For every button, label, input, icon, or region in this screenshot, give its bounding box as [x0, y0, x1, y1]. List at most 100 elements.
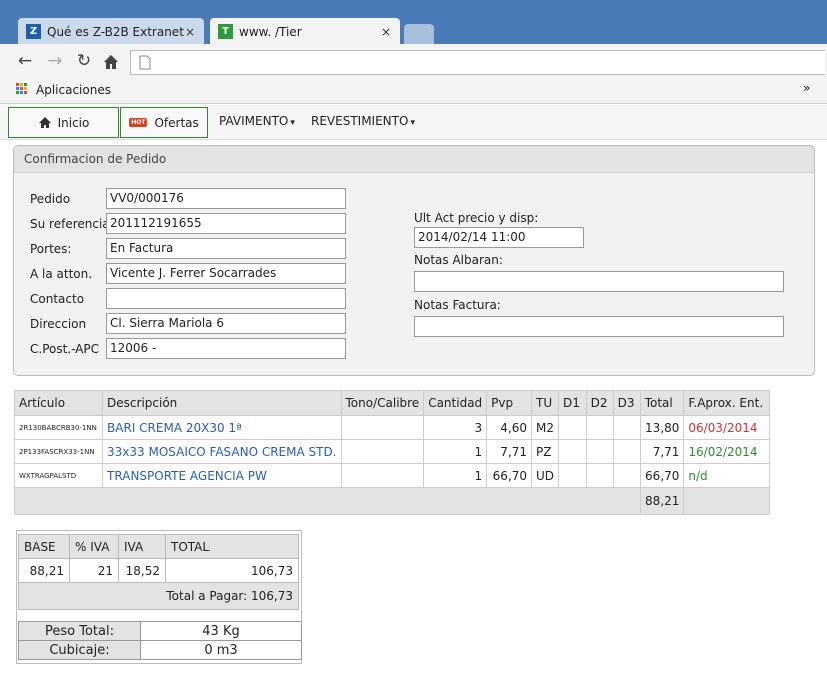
- tax-table: BASE % IVA IVA TOTAL 88,21 21 18,52 106,…: [18, 534, 299, 610]
- field-label-referencia: Su referencia: [30, 217, 110, 231]
- menu-pavimento-label: PAVIMENTO: [219, 114, 289, 128]
- nav-ofertas-button[interactable]: HOT Ofertas: [120, 107, 208, 138]
- direccion-field[interactable]: Cl. Sierra Mariola 6: [106, 313, 346, 334]
- d2-cell: [585, 415, 614, 440]
- total-pagar-row: Total a Pagar: 106,73: [18, 582, 299, 610]
- field-label-contacto: Contacto: [30, 292, 85, 306]
- d2-cell: [585, 439, 614, 464]
- cubicaje-label: Cubicaje:: [18, 640, 141, 660]
- d1-cell: [558, 415, 587, 440]
- table-row: 2R130BABCRB30-1NN BARI CREMA 20X30 1ª 3 …: [13, 415, 770, 440]
- d3-cell: [612, 439, 641, 464]
- notas-albaran-field[interactable]: [414, 271, 784, 292]
- apps-grid-icon[interactable]: [16, 83, 28, 95]
- new-tab-button[interactable]: [404, 24, 434, 44]
- col-header: BASE: [18, 534, 70, 559]
- nav-ofertas-label: Ofertas: [154, 115, 199, 130]
- col-header: Pvp: [486, 390, 532, 416]
- field-label-atton: A la atton.: [30, 267, 93, 281]
- back-icon[interactable]: ←: [14, 50, 36, 72]
- col-header: % IVA: [69, 534, 119, 559]
- browser-tab-zb2b[interactable]: Z Qué es Z-B2B Extranet ×: [18, 18, 204, 45]
- address-bar[interactable]: [130, 50, 825, 75]
- caret-down-icon: ▾: [290, 118, 295, 128]
- cubicaje-value: 0 m3: [140, 640, 302, 660]
- grand-total-value: 88,21: [639, 487, 685, 515]
- caret-down-icon: ▾: [410, 118, 415, 128]
- field-label-pedido: Pedido: [30, 192, 71, 206]
- cantidad-cell: 1: [423, 439, 488, 464]
- total-cell: 7,71: [639, 439, 685, 464]
- peso-label: Peso Total:: [18, 621, 141, 641]
- close-tab-icon[interactable]: ×: [380, 25, 392, 39]
- portes-field[interactable]: En Factura: [106, 238, 346, 259]
- col-header: IVA: [118, 534, 166, 559]
- reload-icon[interactable]: ↻: [73, 50, 95, 72]
- tono-cell: [340, 463, 425, 488]
- notas-albaran-label: Notas Albaran:: [414, 253, 503, 267]
- col-header: Total: [639, 390, 685, 416]
- tu-cell: M2: [530, 415, 560, 440]
- ult-act-field[interactable]: 2014/02/14 11:00: [414, 227, 584, 248]
- descripcion-link[interactable]: TRANSPORTE AGENCIA PW: [102, 463, 342, 488]
- total-pagar: Total a Pagar: 106,73: [18, 582, 299, 610]
- bookmarks-bar: [0, 78, 827, 104]
- pvp-cell: 4,60: [486, 415, 532, 440]
- forward-icon[interactable]: →: [44, 50, 66, 72]
- col-header: TOTAL: [165, 534, 299, 559]
- menu-revestimiento-label: REVESTIMIENTO: [311, 114, 409, 128]
- apps-bookmark[interactable]: Aplicaciones: [36, 83, 111, 97]
- field-label-portes: Portes:: [30, 242, 72, 256]
- peso-value: 43 Kg: [140, 621, 302, 641]
- pvp-cell: 7,71: [486, 439, 532, 464]
- pvp-cell: 66,70: [486, 463, 532, 488]
- cpost-field[interactable]: 12006 -: [106, 338, 346, 359]
- browser-tab-tienda[interactable]: T www. /Tier ×: [210, 18, 400, 45]
- home-icon: [38, 117, 51, 128]
- grand-total-spacer: [14, 487, 641, 515]
- total-cell: 106,73: [165, 558, 299, 583]
- t-favicon-icon: T: [218, 24, 233, 39]
- menu-revestimiento[interactable]: REVESTIMIENTO ▾: [311, 114, 415, 128]
- grand-total-row: 88,21: [14, 487, 770, 515]
- d1-cell: [558, 439, 587, 464]
- iva-cell: 18,52: [118, 558, 166, 583]
- tax-header-row: BASE % IVA IVA TOTAL: [18, 534, 299, 559]
- home-icon[interactable]: [102, 53, 122, 73]
- col-header: TU: [530, 390, 560, 416]
- col-header: D3: [612, 390, 641, 416]
- ult-act-label: Ult Act precio y disp:: [414, 211, 539, 225]
- hot-badge-icon: HOT: [129, 118, 148, 127]
- descripcion-link[interactable]: BARI CREMA 20X30 1ª: [102, 415, 342, 440]
- d3-cell: [612, 463, 641, 488]
- referencia-field[interactable]: 201112191655: [106, 213, 346, 234]
- atton-field[interactable]: Vicente J. Ferrer Socarrades: [106, 263, 346, 284]
- table-row: 2P133FASCRX33-1NN 33x33 MOSAICO FASANO C…: [13, 439, 770, 464]
- cantidad-cell: 1: [423, 463, 488, 488]
- col-header: Tono/Calibre: [340, 390, 425, 416]
- page-icon: [139, 55, 151, 70]
- tono-cell: [340, 415, 425, 440]
- articulo-cell: 2P133FASCRX33-1NN: [13, 439, 104, 464]
- pedido-field[interactable]: VV0/000176: [106, 188, 346, 209]
- nav-inicio-button[interactable]: Inicio: [8, 107, 119, 138]
- tab-title: www. /Tier: [239, 24, 302, 39]
- table-header-row: Artículo Descripción Tono/Calibre Cantid…: [13, 390, 770, 416]
- panel-title: Confirmacion de Pedido: [14, 146, 814, 173]
- articulo-cell: 2R130BABCRB30-1NN: [13, 415, 104, 440]
- fecha-cell: 16/02/2014: [683, 439, 770, 464]
- d2-cell: [585, 463, 614, 488]
- tab-title: Qué es Z-B2B Extranet: [47, 24, 184, 39]
- zb-favicon-icon: Z: [26, 24, 41, 39]
- nav-inicio-label: Inicio: [57, 115, 90, 130]
- close-tab-icon[interactable]: ×: [184, 25, 196, 39]
- fecha-cell: n/d: [683, 463, 770, 488]
- menu-pavimento[interactable]: PAVIMENTO ▾: [219, 114, 295, 128]
- iva-pct-cell: 21: [69, 558, 119, 583]
- descripcion-link[interactable]: 33x33 MOSAICO FASANO CREMA STD.: [102, 439, 342, 464]
- col-header: F.Aprox. Ent.: [683, 390, 770, 416]
- notas-factura-field[interactable]: [414, 316, 784, 337]
- contacto-field[interactable]: [106, 288, 346, 309]
- total-cell: 13,80: [639, 415, 685, 440]
- bookmarks-overflow[interactable]: »: [803, 81, 810, 95]
